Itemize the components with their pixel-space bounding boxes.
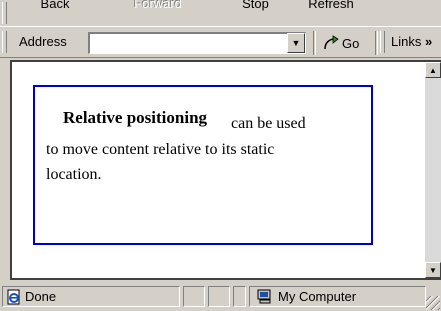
zone-text: My Computer [278, 289, 357, 304]
text-line-3: location. [46, 166, 102, 183]
status-bar: Done My Computer [0, 283, 441, 311]
status-pane: Done [2, 286, 180, 307]
text-line-2: to move content relative to its static [46, 141, 275, 158]
address-input[interactable] [88, 32, 306, 54]
stop-button[interactable]: Stop [228, 0, 283, 11]
down-arrow-icon: ▼ [429, 265, 437, 275]
status-pane-offline [208, 286, 230, 307]
links-grip[interactable] [380, 31, 385, 53]
scroll-up-button[interactable]: ▲ [425, 62, 441, 78]
toolbar-separator [313, 31, 316, 55]
toolbar-separator [375, 31, 378, 55]
relative-positioning-heading: Relative positioning [63, 108, 208, 127]
go-label: Go [342, 35, 360, 51]
address-dropdown-button[interactable]: ▼ [287, 33, 305, 53]
links-label: Links [391, 34, 422, 49]
positioned-box: Relative positioning can be used to move… [33, 85, 373, 245]
standard-buttons-toolbar: Back Forward Stop Refresh [0, 0, 441, 25]
address-toolbar: Address ▼ Go Links » [0, 26, 441, 58]
status-pane-progress [183, 286, 205, 307]
toolbar-grip[interactable] [2, 2, 7, 24]
zone-pane: My Computer [249, 286, 426, 307]
resize-grip[interactable] [426, 296, 440, 310]
go-button[interactable]: Go [322, 32, 359, 54]
page-content: Relative positioning can be used to move… [12, 62, 425, 278]
vertical-scrollbar[interactable]: ▲ ▼ [425, 62, 441, 278]
status-pane-security [233, 286, 246, 307]
links-chevron-icon: » [424, 34, 433, 49]
browser-viewport: Relative positioning can be used to move… [10, 60, 441, 280]
refresh-button[interactable]: Refresh [296, 0, 366, 11]
dropdown-arrow-icon: ▼ [291, 38, 301, 48]
forward-button[interactable]: Forward [118, 0, 198, 11]
up-arrow-icon: ▲ [429, 65, 437, 75]
status-text: Done [25, 289, 57, 304]
scroll-track[interactable] [425, 78, 441, 262]
address-grip[interactable] [2, 31, 7, 53]
back-button[interactable]: Back [20, 0, 90, 11]
ie-page-icon [7, 289, 20, 304]
address-label: Address [19, 34, 67, 49]
go-arrow-icon [324, 35, 339, 50]
scroll-down-button[interactable]: ▼ [425, 262, 441, 278]
links-button[interactable]: Links » [391, 34, 432, 49]
text-line-1: can be used [231, 115, 306, 132]
computer-icon [257, 289, 271, 303]
